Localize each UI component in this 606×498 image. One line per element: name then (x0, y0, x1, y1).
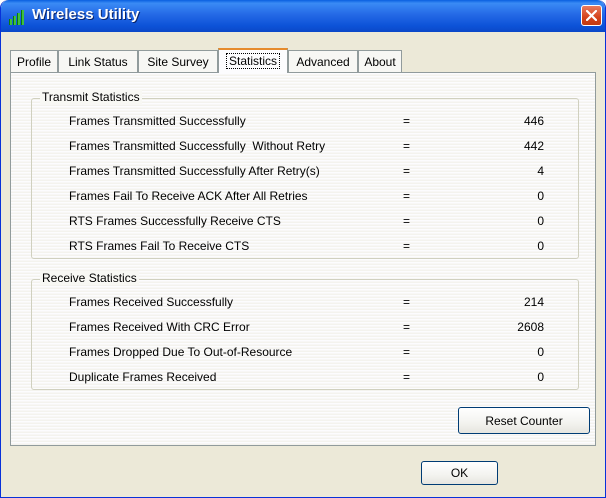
equals-sign: = (403, 189, 411, 203)
receive-statistics-title: Receive Statistics (40, 271, 139, 285)
stat-value: 0 (537, 345, 544, 359)
ok-button[interactable]: OK (421, 461, 498, 485)
equals-sign: = (403, 114, 411, 128)
receive-row: Frames Received Successfully = 214 (69, 293, 544, 311)
tab-advanced[interactable]: Advanced (288, 50, 358, 72)
stat-value: 4 (537, 164, 544, 178)
equals-sign: = (403, 239, 411, 253)
equals-sign: = (403, 139, 411, 153)
tab-statistics[interactable]: Statistics (218, 48, 288, 73)
stat-value: 442 (523, 139, 544, 153)
receive-row: Duplicate Frames Received = 0 (69, 368, 544, 386)
close-button[interactable] (581, 5, 602, 26)
stat-label: Frames Dropped Due To Out-of-Resource (69, 345, 293, 359)
equals-sign: = (403, 345, 411, 359)
tab-site-survey[interactable]: Site Survey (138, 50, 218, 72)
tab-label: Profile (16, 55, 51, 69)
receive-row: Frames Dropped Due To Out-of-Resource = … (69, 343, 544, 361)
stat-label: RTS Frames Successfully Receive CTS (69, 214, 281, 228)
stat-value: 214 (523, 295, 544, 309)
stat-label: Duplicate Frames Received (69, 370, 217, 384)
tab-label: Link Status (68, 55, 128, 69)
stat-label: Frames Transmitted Successfully (69, 114, 246, 128)
transmit-row: Frames Transmitted Successfully After Re… (69, 162, 544, 180)
equals-sign: = (403, 214, 411, 228)
stat-value: 0 (537, 214, 544, 228)
wireless-utility-window: Wireless Utility Profile Link Status Sit… (0, 0, 606, 498)
statistics-panel: Transmit Statistics Frames Transmitted S… (10, 72, 596, 446)
tab-label: Statistics (225, 53, 280, 69)
reset-counter-button[interactable]: Reset Counter (458, 407, 590, 434)
transmit-row: Frames Transmitted Successfully Without … (69, 137, 544, 155)
stat-label: Frames Received Successfully (69, 295, 234, 309)
tab-about[interactable]: About (358, 50, 402, 72)
transmit-row: RTS Frames Successfully Receive CTS = 0 (69, 212, 544, 230)
stat-label: Frames Transmitted Successfully Without … (69, 139, 326, 153)
window-title: Wireless Utility (32, 6, 140, 23)
stat-value: 0 (537, 189, 544, 203)
receive-row: Frames Received With CRC Error = 2608 (69, 318, 544, 336)
tab-profile[interactable]: Profile (10, 50, 58, 72)
stat-value: 2608 (517, 320, 544, 334)
tab-label: About (364, 55, 396, 69)
tab-label: Advanced (296, 55, 350, 69)
stat-label: Frames Fail To Receive ACK After All Ret… (69, 189, 308, 203)
equals-sign: = (403, 164, 411, 178)
stat-value: 0 (537, 370, 544, 384)
stat-label: Frames Received With CRC Error (69, 320, 250, 334)
title-bar[interactable]: Wireless Utility (1, 0, 605, 32)
stat-label: Frames Transmitted Successfully After Re… (69, 164, 320, 178)
transmit-row: Frames Fail To Receive ACK After All Ret… (69, 187, 544, 205)
equals-sign: = (403, 370, 411, 384)
stat-label: RTS Frames Fail To Receive CTS (69, 239, 250, 253)
stat-value: 446 (523, 114, 544, 128)
close-icon (586, 10, 597, 21)
equals-sign: = (403, 295, 411, 309)
transmit-statistics-title: Transmit Statistics (40, 90, 142, 104)
equals-sign: = (403, 320, 411, 334)
stat-value: 0 (537, 239, 544, 253)
receive-statistics-group: Receive Statistics Frames Received Succe… (31, 271, 579, 390)
tab-label: Site Survey (147, 55, 209, 69)
transmit-row: RTS Frames Fail To Receive CTS = 0 (69, 237, 544, 255)
tab-link-status[interactable]: Link Status (58, 50, 138, 72)
signal-bars-icon (9, 9, 27, 25)
transmit-statistics-group: Transmit Statistics Frames Transmitted S… (31, 90, 579, 259)
transmit-row: Frames Transmitted Successfully = 446 (69, 112, 544, 130)
